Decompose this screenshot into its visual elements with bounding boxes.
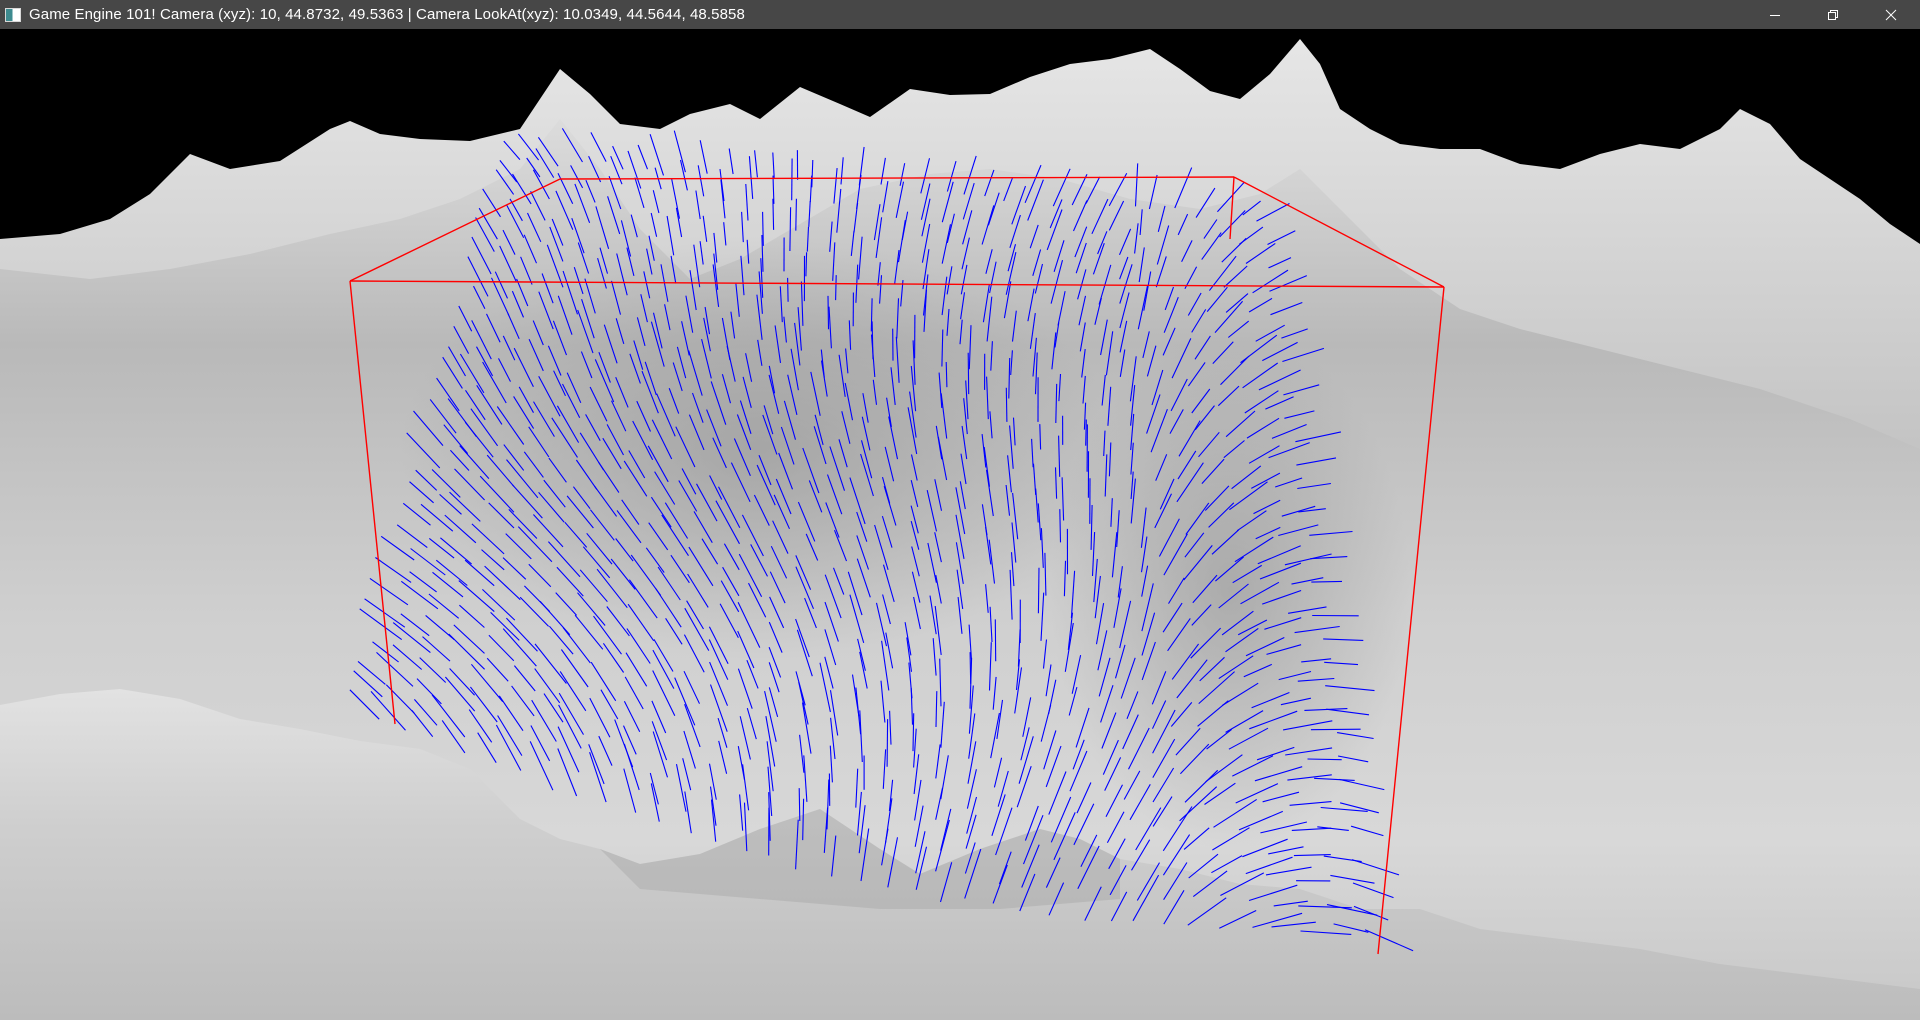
normal-vector-line bbox=[827, 295, 830, 330]
normal-vector-line bbox=[789, 207, 792, 252]
normal-vector-line bbox=[762, 211, 764, 246]
normal-vector-line bbox=[1037, 567, 1040, 614]
title-bar[interactable]: Game Engine 101! Camera (xyz): 10, 44.87… bbox=[0, 0, 1920, 29]
normal-vector-line bbox=[798, 788, 801, 822]
window-title: Game Engine 101! Camera (xyz): 10, 44.87… bbox=[29, 6, 745, 23]
close-button[interactable] bbox=[1862, 0, 1920, 29]
terrain-scene bbox=[0, 29, 1920, 1020]
app-window: Game Engine 101! Camera (xyz): 10, 44.87… bbox=[0, 0, 1920, 1020]
restore-icon bbox=[1828, 9, 1838, 20]
normal-vector-line bbox=[1059, 509, 1062, 543]
caption-buttons bbox=[1746, 0, 1920, 29]
close-icon bbox=[1885, 9, 1897, 20]
app-window-icon[interactable] bbox=[5, 7, 21, 22]
slope-shadow bbox=[1050, 329, 1410, 849]
render-viewport[interactable] bbox=[0, 29, 1920, 1020]
normal-vector-line bbox=[1005, 387, 1008, 422]
normal-vector-line bbox=[795, 198, 797, 231]
normal-vector-line bbox=[805, 252, 808, 277]
restore-button[interactable] bbox=[1804, 0, 1862, 29]
normal-vector-line bbox=[945, 361, 948, 388]
normal-vector-line bbox=[835, 275, 837, 301]
normal-vector-line bbox=[772, 198, 775, 230]
normal-vector-line bbox=[1310, 728, 1361, 731]
minimize-button[interactable] bbox=[1746, 0, 1804, 29]
normal-vector-line bbox=[1085, 419, 1087, 446]
normal-vector-line bbox=[787, 277, 789, 302]
normal-vector-line bbox=[886, 719, 889, 767]
normal-vector-line bbox=[1311, 580, 1343, 583]
normal-vector-line bbox=[967, 352, 970, 395]
normal-vector-line bbox=[912, 713, 915, 752]
minimize-icon bbox=[1770, 14, 1780, 16]
normal-vector-line bbox=[1307, 758, 1342, 761]
